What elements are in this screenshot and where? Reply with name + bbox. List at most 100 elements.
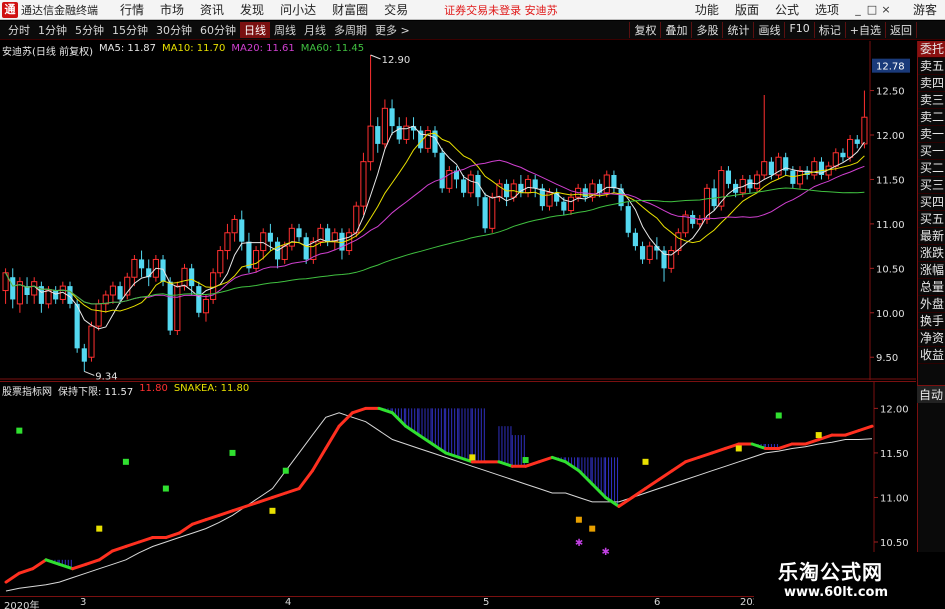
menu-item-ask-xiaoda[interactable]: 问小达 [272,1,324,18]
candle-body-up [181,267,188,287]
candle-body-up [753,174,761,189]
menu-item-formula[interactable]: 公式 [767,1,807,18]
window-controls: _ □ × [851,3,893,16]
side-panel-item-16[interactable]: 换手 [918,313,945,330]
menu-item-discover[interactable]: 发现 [232,1,272,18]
side-panel-item-9[interactable]: 买四 [918,194,945,211]
candle-body-up [131,258,138,278]
side-panel-item-14[interactable]: 总量 [918,279,945,296]
candle-body-up [88,325,95,358]
candle-body-down [561,201,567,211]
main-menu: 行情 市场 资讯 发现 问小达 财富圈 交易 [112,1,416,18]
candle-body-up [381,107,388,145]
guest-label[interactable]: 游客 [913,1,937,18]
price-tick-label: 10.00 [876,309,905,320]
side-panel-item-1[interactable]: 卖五 [918,58,945,75]
chart-tool-button-0[interactable]: 复权 [629,22,660,38]
auto-button[interactable]: 自动 [917,385,945,403]
period-tab-1[interactable]: 1分钟 [34,22,71,38]
side-panel-item-2[interactable]: 卖四 [918,75,945,92]
side-panel-item-7[interactable]: 买二 [918,160,945,177]
period-toolbar: 分时 1分钟 5分钟 15分钟 30分钟 60分钟 日线 周线 月线 多周期 更多 > 复权 叠加 多股… [0,21,945,40]
watermark-title: 乐淘公式网 [778,560,883,584]
period-tab-10[interactable]: 更多 > [371,22,414,38]
period-tab-8[interactable]: 月线 [300,22,330,38]
period-tab-2[interactable]: 5分钟 [71,22,108,38]
app-logo: 通 [2,1,18,18]
candle-body-up [252,250,260,269]
candle-body-down [167,281,173,331]
side-panel-item-12[interactable]: 涨跌 [918,245,945,262]
chart-tool-button-4[interactable]: 画线 [753,22,784,38]
chart-tool-button-1[interactable]: 叠加 [660,22,691,38]
side-panel-item-6[interactable]: 买一 [918,143,945,160]
indicator-tick-label: 12.00 [880,404,909,415]
side-panel-item-0[interactable]: 委托 [918,41,945,58]
candle-body-up [567,196,575,212]
red-value-label: 11.80 [139,383,168,394]
candle-body-down [482,197,488,229]
menu-item-options[interactable]: 选项 [807,1,847,18]
side-panel-item-4[interactable]: 卖二 [918,109,945,126]
period-tab-6[interactable]: 日线 [240,22,270,38]
chart-tool-button-2[interactable]: 多股 [691,22,722,38]
side-panel: 委托 卖五 卖四 卖三 卖二 卖一 买一 买二 买三 买四 买五 最新 涨跌 涨幅 总量 外盘 换手 净资 收益 [917,41,945,609]
high-price-label: 12.90 [382,55,411,66]
price-tick-label: 12.00 [876,131,905,142]
chart-tool-button-7[interactable]: +自选 [844,22,885,38]
candle-body-up [646,245,653,260]
app-title: 通达信金融终端 [21,3,98,17]
menu-item-wealth-circle[interactable]: 财富圈 [324,1,376,18]
price-chart[interactable]: 9.50 10.00 10.50 11.00 11.50 12.00 12.50 12.78 1… [0,41,916,380]
current-stock-link[interactable]: 安迪苏 [525,4,558,17]
candle-body-up [31,281,38,296]
candle-body-down [396,126,402,140]
menu-item-layout[interactable]: 版面 [727,1,767,18]
side-panel-item-18[interactable]: 收益 [918,347,945,364]
menu-item-news[interactable]: 资讯 [192,1,232,18]
maximize-icon[interactable]: □ [865,3,879,16]
candle-body-up [761,161,768,176]
candle-body-up [346,232,353,252]
side-panel-item-17[interactable]: 净资 [918,330,945,347]
candle-body-up [217,250,224,274]
side-panel-item-13[interactable]: 涨幅 [918,262,945,279]
chart-tools: 复权 叠加 多股 统计 画线 F10 标记 +自选 返回 [629,22,917,38]
candle-body-up [288,227,295,247]
candle-body-up [424,130,431,149]
candle-body-up [260,232,267,252]
chart-tool-button-3[interactable]: 统计 [722,22,753,38]
candle-body-up [281,245,288,260]
price-tick-label: 12.50 [876,87,905,98]
candle-body-down [303,237,309,260]
minimize-icon[interactable]: _ [851,3,865,16]
candle-body-down [239,219,245,242]
close-icon[interactable]: × [879,3,893,16]
menu-item-market[interactable]: 市场 [152,1,192,18]
side-panel-item-15[interactable]: 外盘 [918,296,945,313]
candle-body-up [696,218,703,225]
menu-item-quotes[interactable]: 行情 [112,1,152,18]
period-tab-7[interactable]: 周线 [270,22,300,38]
chart-tool-button-6[interactable]: 标记 [813,22,845,38]
period-tab-3[interactable]: 15分钟 [108,22,152,38]
indicator-legend: 股票指标网 保持下限: 11.57 11.80 SNAKEA: 11.80 [2,383,249,398]
chart-tool-button-8[interactable]: 返回 [885,22,917,38]
side-panel-item-11[interactable]: 最新 [918,228,945,245]
login-notice[interactable]: 证券交易未登录 安迪苏 [444,2,558,18]
period-tab-0[interactable]: 分时 [4,22,34,38]
price-tick-label: 9.50 [876,353,898,364]
menu-item-functions[interactable]: 功能 [687,1,727,18]
star-marker: ✱ [602,547,610,558]
chart-tool-button-5[interactable]: F10 [784,22,813,38]
candle-body-up [95,303,102,327]
period-tab-4[interactable]: 30分钟 [152,22,196,38]
candle-body-down [81,348,87,362]
side-panel-item-5[interactable]: 卖一 [918,126,945,143]
side-panel-item-8[interactable]: 买三 [918,177,945,194]
side-panel-item-3[interactable]: 卖三 [918,92,945,109]
menu-item-trade[interactable]: 交易 [376,1,416,18]
side-panel-item-10[interactable]: 买五 [918,211,945,228]
period-tab-5[interactable]: 60分钟 [196,22,240,38]
period-tab-9[interactable]: 多周期 [330,22,371,38]
